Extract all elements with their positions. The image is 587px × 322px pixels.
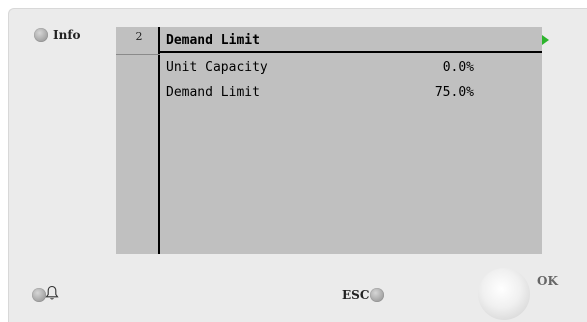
row-label-unit-capacity: Unit Capacity	[166, 60, 268, 75]
ok-knob[interactable]	[478, 268, 530, 320]
index-divider	[116, 54, 160, 55]
row-value-demand-limit: 75.0%	[434, 85, 474, 100]
info-label: Info	[53, 28, 81, 42]
row-value-unit-capacity: 0.0%	[442, 60, 474, 75]
screen-title-row: Demand Limit	[160, 27, 549, 53]
row-label-demand-limit: Demand Limit	[166, 85, 260, 100]
page-number: 2	[135, 30, 143, 43]
screen-title: Demand Limit	[166, 33, 260, 48]
ok-label: OK	[537, 274, 558, 288]
play-arrow-icon[interactable]	[542, 35, 549, 45]
bell-icon	[45, 285, 59, 300]
alarm-button[interactable]	[32, 288, 46, 302]
info-button[interactable]	[34, 28, 48, 42]
esc-label: ESC	[342, 288, 370, 302]
screen-index-column	[116, 27, 160, 254]
lcd-screen: 2 Demand Limit Unit Capacity 0.0% Demand…	[116, 27, 549, 254]
esc-button[interactable]	[370, 288, 384, 302]
